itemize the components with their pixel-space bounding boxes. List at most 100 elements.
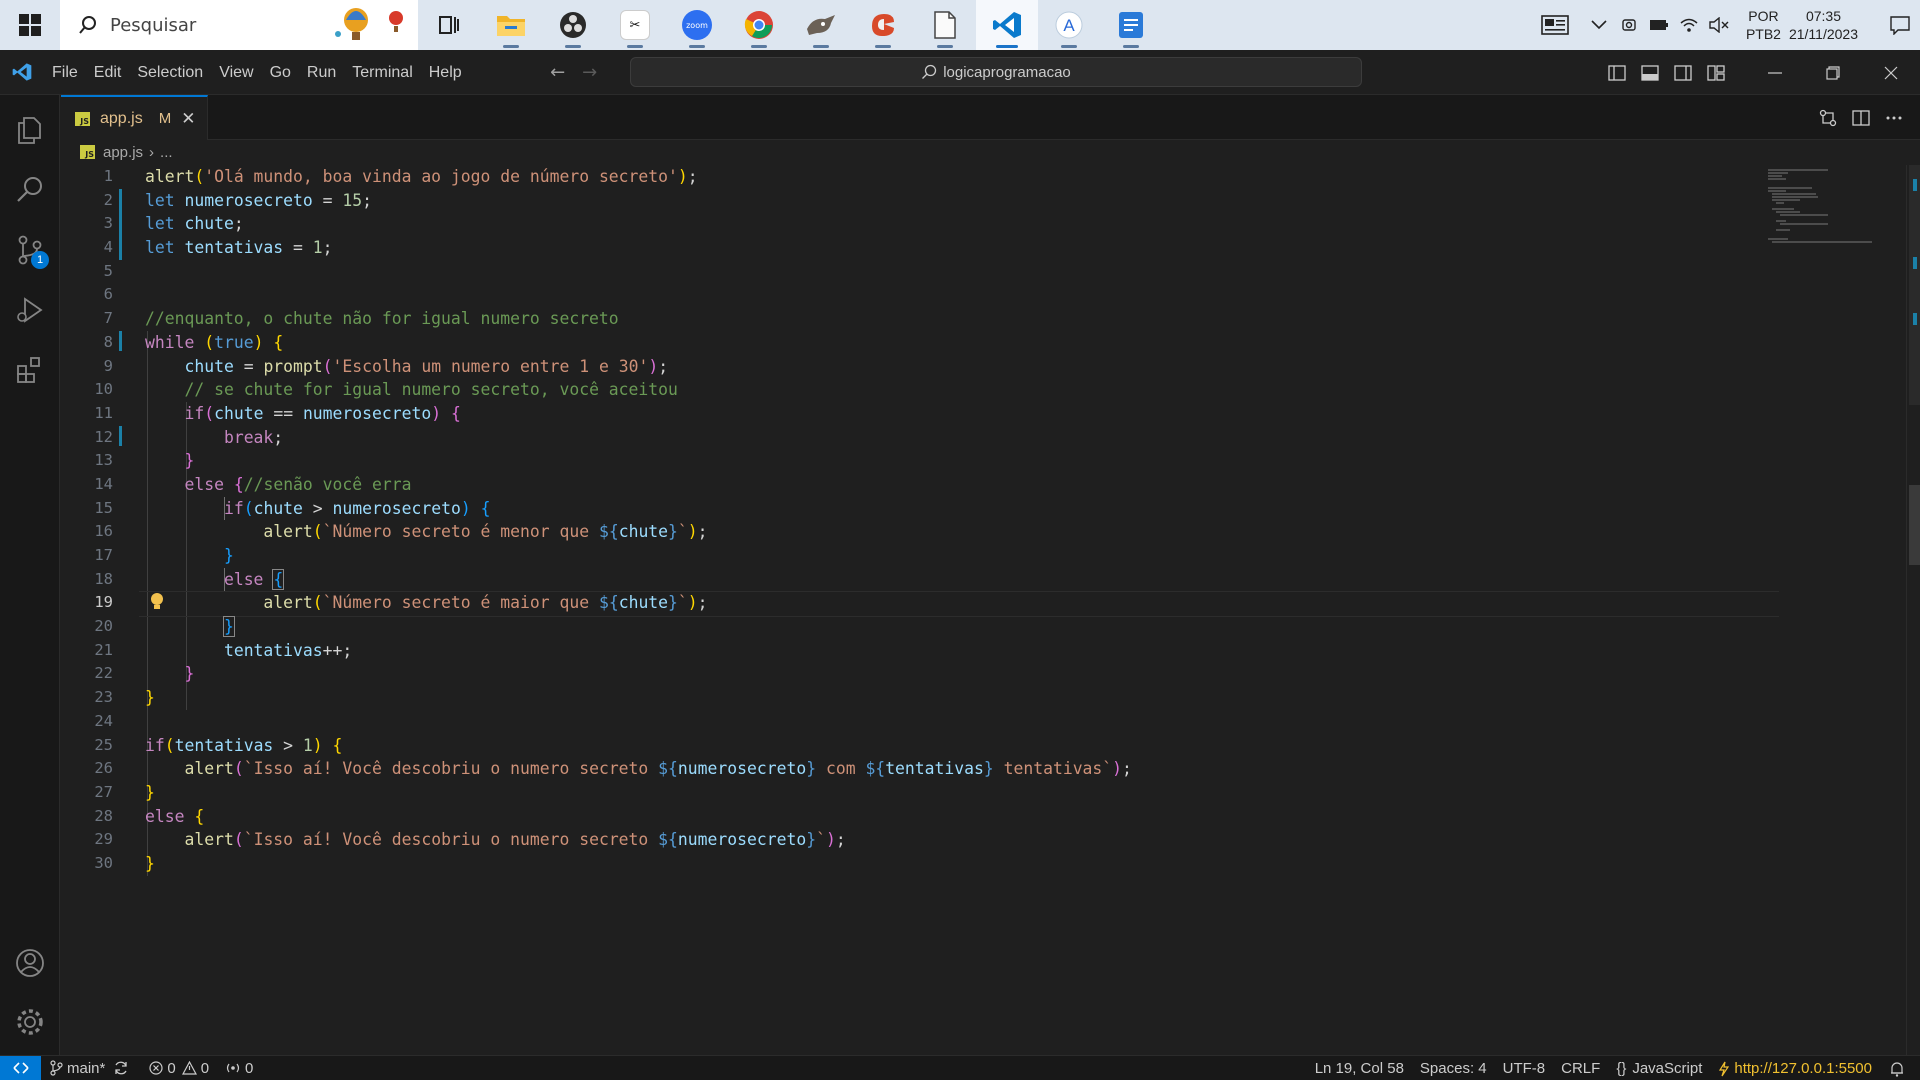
- battery-icon[interactable]: [1644, 0, 1674, 50]
- git-modified-marker[interactable]: [119, 189, 122, 260]
- token-number: 15: [342, 190, 363, 210]
- source-control-badge: 1: [31, 251, 49, 269]
- toggle-panel-icon[interactable]: [1633, 50, 1666, 95]
- menu-go[interactable]: Go: [262, 50, 299, 95]
- taskbar-app-a[interactable]: A: [1038, 0, 1100, 50]
- ports-count: 0: [245, 1059, 254, 1077]
- taskbar-vscode[interactable]: [976, 0, 1038, 50]
- start-button[interactable]: [0, 0, 60, 50]
- menu-run[interactable]: Run: [299, 50, 344, 95]
- line-number: 25: [94, 735, 113, 754]
- taskbar-obs[interactable]: [542, 0, 604, 50]
- taskbar-chrome[interactable]: [728, 0, 790, 50]
- taskbar-gimp[interactable]: [790, 0, 852, 50]
- code-line-20: }: [222, 616, 235, 638]
- token-string: `Número secreto é menor que: [322, 522, 599, 542]
- code-editor[interactable]: 1 2 3 4 5 6 7 8 9 10 11 12 13 14 15 16 1…: [61, 165, 1920, 1055]
- minimap[interactable]: [1766, 165, 1896, 245]
- code-line-12: break;: [223, 427, 284, 447]
- accounts-icon[interactable]: [0, 935, 60, 991]
- problems-indicator[interactable]: 0 0: [141, 1056, 217, 1080]
- sync-icon[interactable]: [113, 1060, 129, 1076]
- remote-indicator-icon[interactable]: [0, 1055, 41, 1080]
- cursor-position[interactable]: Ln 19, Col 58: [1307, 1056, 1412, 1080]
- end-of-line[interactable]: CRLF: [1553, 1056, 1608, 1080]
- clock-time: 07:35: [1805, 8, 1841, 24]
- wifi-icon[interactable]: [1674, 0, 1704, 50]
- clock[interactable]: 07:35 21/11/2023: [1789, 7, 1858, 43]
- taskbar-capcut[interactable]: ✂: [604, 0, 666, 50]
- split-editor-icon[interactable]: [1844, 95, 1877, 140]
- chevron-up-icon[interactable]: [1584, 0, 1614, 50]
- menu-selection[interactable]: Selection: [129, 50, 211, 95]
- code-line-4: let tentativas = 1;: [145, 238, 333, 258]
- token-variable: tentativas: [885, 759, 984, 779]
- extensions-icon[interactable]: [0, 342, 60, 398]
- close-window-icon[interactable]: [1862, 50, 1920, 95]
- code-line-27: }: [145, 782, 155, 802]
- breadcrumb-file[interactable]: app.js: [103, 144, 143, 161]
- taskbar-task-view[interactable]: [418, 0, 480, 50]
- code-lines: alert('Olá mundo, boa vinda ao jogo de n…: [139, 165, 1845, 876]
- notification-icon[interactable]: [1880, 0, 1920, 50]
- close-icon[interactable]: ✕: [181, 109, 195, 129]
- tab-app-js[interactable]: JS app.js M ✕: [61, 95, 208, 140]
- command-center[interactable]: logicaprogramacao: [630, 57, 1362, 87]
- source-control-icon[interactable]: 1: [0, 222, 60, 278]
- taskbar-notepad[interactable]: [914, 0, 976, 50]
- toggle-primary-sidebar-icon[interactable]: [1600, 50, 1633, 95]
- menu-edit[interactable]: Edit: [86, 50, 130, 95]
- breadcrumb-symbols[interactable]: ...: [160, 144, 173, 161]
- back-arrow-icon[interactable]: ←: [542, 62, 574, 83]
- capcut-icon: ✂: [620, 10, 650, 40]
- taskbar-zoom[interactable]: zoom: [666, 0, 728, 50]
- encoding[interactable]: UTF-8: [1495, 1056, 1554, 1080]
- live-server[interactable]: http://127.0.0.1:5500: [1710, 1056, 1880, 1080]
- git-branch[interactable]: main*: [41, 1056, 141, 1080]
- toggle-secondary-sidebar-icon[interactable]: [1666, 50, 1699, 95]
- folder-icon: [497, 16, 525, 36]
- line-number: 29: [94, 830, 113, 849]
- git-modified-marker[interactable]: [119, 426, 122, 446]
- token-string: 'Escolha um numero entre 1 e 30': [332, 356, 649, 376]
- token-variable: chute: [618, 522, 669, 542]
- minimize-icon[interactable]: [1746, 50, 1804, 95]
- taskbar-file-explorer[interactable]: [480, 0, 542, 50]
- language-mode[interactable]: {} JavaScript: [1608, 1056, 1710, 1080]
- taskbar-search[interactable]: Pesquisar: [60, 0, 418, 50]
- input-language[interactable]: POR PTB2: [1746, 7, 1781, 43]
- ports-indicator[interactable]: 0: [217, 1056, 261, 1080]
- token-string: 'Olá mundo, boa vinda ao jogo de número …: [204, 167, 678, 186]
- camera-icon[interactable]: [1614, 0, 1644, 50]
- explorer-icon[interactable]: [0, 102, 60, 158]
- token-variable: chute: [618, 593, 669, 613]
- git-modified-marker[interactable]: [119, 331, 122, 351]
- notifications-bell-icon[interactable]: [1880, 1056, 1920, 1080]
- menu-help[interactable]: Help: [421, 50, 470, 95]
- customize-layout-icon[interactable]: [1699, 50, 1732, 95]
- run-debug-icon[interactable]: [0, 282, 60, 338]
- news-widget-icon[interactable]: [1526, 0, 1584, 50]
- menu-file[interactable]: File: [44, 50, 86, 95]
- restore-icon[interactable]: [1804, 50, 1862, 95]
- code-line-25: if(tentativas > 1) {: [145, 735, 343, 755]
- line-number: 17: [94, 546, 113, 564]
- open-changes-icon[interactable]: [1811, 95, 1844, 140]
- volume-muted-icon[interactable]: [1704, 0, 1734, 50]
- more-actions-icon[interactable]: [1877, 95, 1910, 140]
- scrollbar-thumb[interactable]: [1909, 165, 1920, 405]
- line-number: 6: [103, 285, 113, 304]
- indentation[interactable]: Spaces: 4: [1412, 1056, 1495, 1080]
- forward-arrow-icon[interactable]: →: [574, 62, 606, 83]
- manage-gear-icon[interactable]: [0, 994, 60, 1050]
- code-line-21: tentativas++;: [223, 640, 353, 660]
- menu-view[interactable]: View: [211, 50, 261, 95]
- token-comment: //enquanto, o chute não for igual numero…: [145, 309, 619, 329]
- vertical-scrollbar[interactable]: [1906, 165, 1920, 1055]
- line-number: 7: [103, 309, 113, 328]
- taskbar-app-blue[interactable]: [1100, 0, 1162, 50]
- line-number: 27: [94, 782, 113, 801]
- taskbar-scratch[interactable]: [852, 0, 914, 50]
- menu-terminal[interactable]: Terminal: [344, 50, 420, 95]
- search-icon[interactable]: [0, 162, 60, 218]
